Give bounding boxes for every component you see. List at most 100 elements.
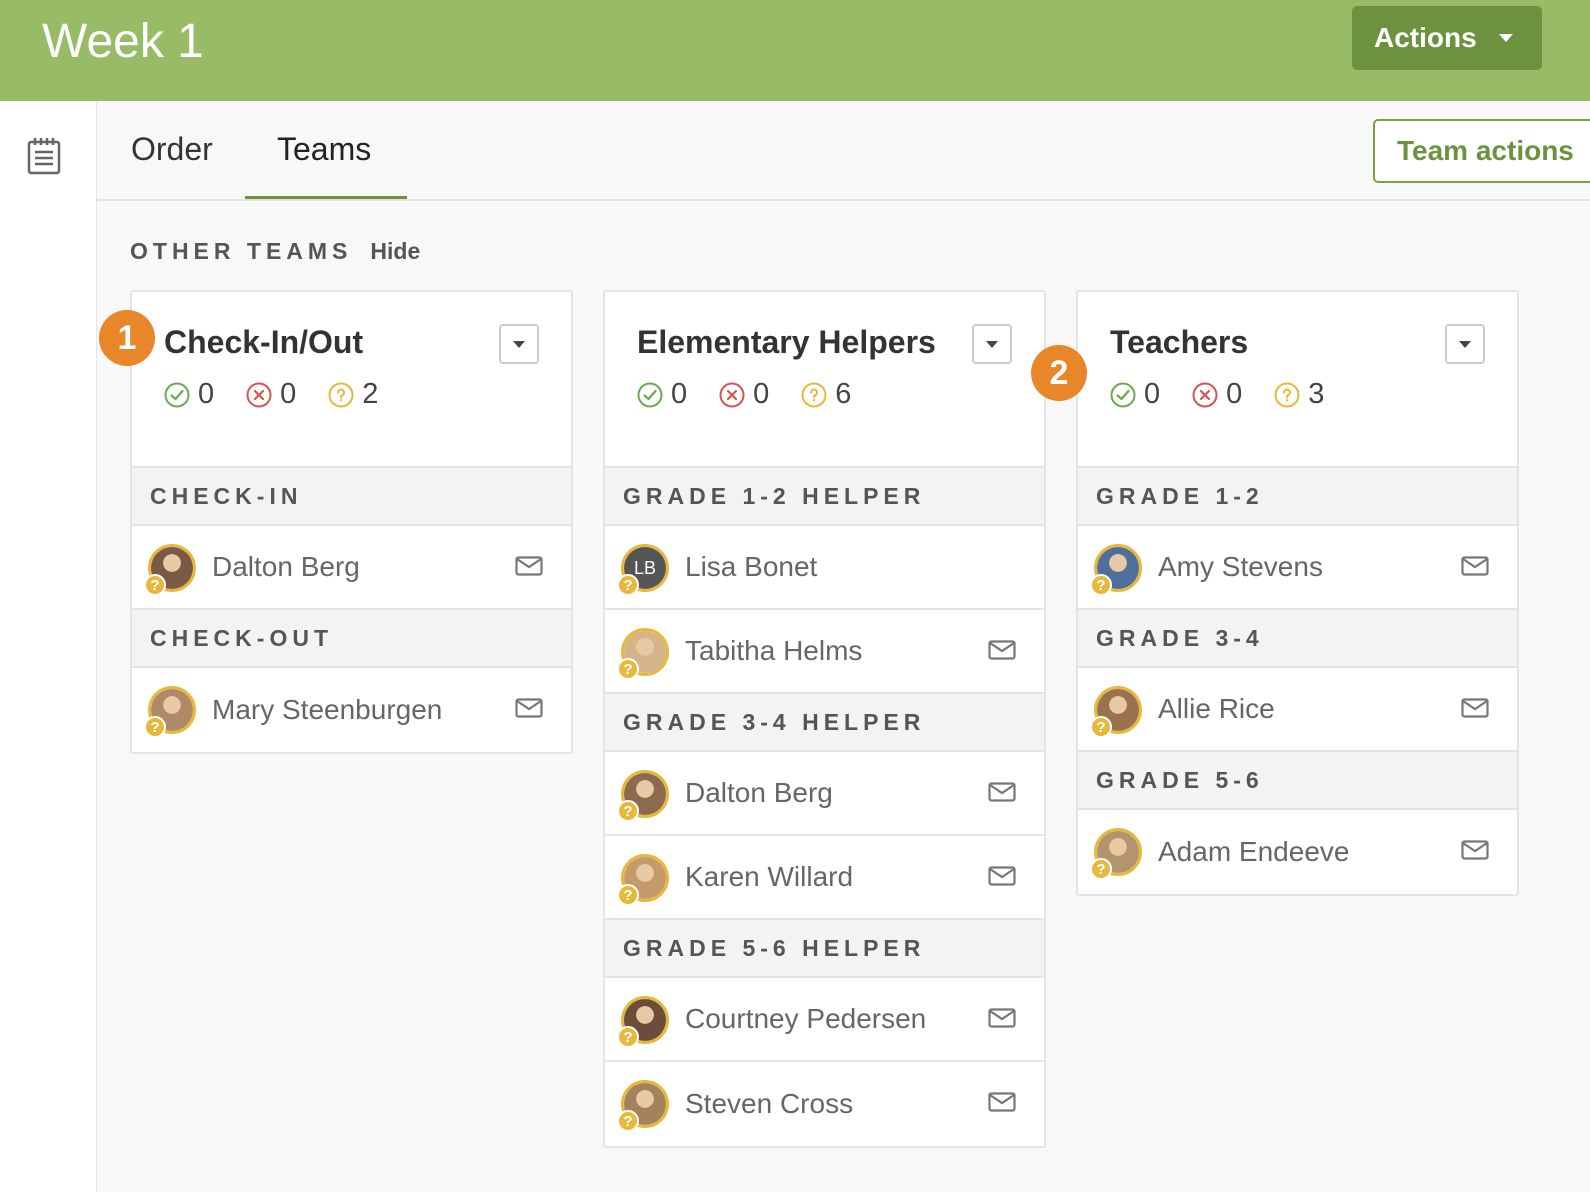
- other-teams-header: OTHER TEAMS Hide: [130, 238, 420, 265]
- person-row[interactable]: ? Dalton Berg: [132, 526, 571, 610]
- position-header: GRADE 1-2 HELPER: [605, 468, 1044, 526]
- count-value: 0: [1144, 378, 1161, 410]
- person-name: Courtney Pedersen: [685, 1003, 927, 1034]
- tab-order[interactable]: Order: [131, 131, 213, 168]
- mail-icon[interactable]: [1461, 556, 1489, 581]
- pending-count: 2: [328, 378, 378, 411]
- page-title: Week 1: [42, 15, 204, 68]
- step-badge-2: 2: [1031, 345, 1087, 401]
- count-value: 0: [671, 378, 688, 410]
- team-card-header: Check-In/Out 0 0 2: [132, 292, 571, 468]
- person-row[interactable]: ? Amy Stevens: [1078, 526, 1517, 610]
- pending-badge-icon: ?: [144, 716, 166, 738]
- person-row[interactable]: ? Allie Rice: [1078, 668, 1517, 752]
- person-row[interactable]: ? Mary Steenburgen: [132, 668, 571, 752]
- mail-icon[interactable]: [988, 640, 1016, 665]
- position-header: CHECK-IN: [132, 468, 571, 526]
- position-header: GRADE 1-2: [1078, 468, 1517, 526]
- person-row[interactable]: LB? Lisa Bonet: [605, 526, 1044, 610]
- team-card: Teachers 0 0 3 GRADE 1-2? Amy Stevens GRADE 3-…: [1076, 290, 1519, 896]
- pending-badge-icon: ?: [617, 1026, 639, 1048]
- accepted-count: 0: [637, 378, 687, 411]
- team-name: Elementary Helpers: [637, 324, 936, 360]
- team-status-counts: 0 0 2: [164, 378, 410, 411]
- question-circle-icon: [328, 382, 362, 408]
- caret-down-icon: [986, 340, 998, 348]
- team-actions-label: Team actions: [1397, 135, 1574, 166]
- team-card-header: Elementary Helpers 0 0 6: [605, 292, 1044, 468]
- team-actions-button[interactable]: Team actions: [1373, 119, 1590, 183]
- person-name: Karen Willard: [685, 861, 854, 892]
- person-name: Dalton Berg: [685, 777, 833, 808]
- declined-count: 0: [246, 378, 296, 411]
- sidebar: [0, 101, 97, 1192]
- mail-icon[interactable]: [1461, 698, 1489, 723]
- hide-link[interactable]: Hide: [370, 238, 420, 265]
- team-menu-button[interactable]: [499, 324, 539, 364]
- question-circle-icon: [1274, 382, 1308, 408]
- pending-count: 3: [1274, 378, 1324, 411]
- mail-icon[interactable]: [988, 1008, 1016, 1033]
- team-name: Check-In/Out: [164, 324, 364, 360]
- team-status-counts: 0 0 6: [637, 378, 883, 411]
- notepad-icon[interactable]: [27, 137, 61, 180]
- person-row[interactable]: ? Karen Willard: [605, 836, 1044, 920]
- count-value: 2: [362, 378, 379, 410]
- position-header: CHECK-OUT: [132, 610, 571, 668]
- position-header: GRADE 3-4: [1078, 610, 1517, 668]
- pending-badge-icon: ?: [617, 800, 639, 822]
- person-row[interactable]: ? Adam Endeeve: [1078, 810, 1517, 894]
- person-name: Mary Steenburgen: [212, 694, 443, 725]
- position-header: GRADE 5-6: [1078, 752, 1517, 810]
- x-circle-icon: [1192, 382, 1226, 408]
- pending-badge-icon: ?: [1090, 574, 1112, 596]
- caret-down-icon: [1459, 340, 1471, 348]
- count-value: 0: [1226, 378, 1243, 410]
- pending-badge-icon: ?: [1090, 716, 1112, 738]
- pending-badge-icon: ?: [617, 658, 639, 680]
- person-row[interactable]: ? Tabitha Helms: [605, 610, 1044, 694]
- person-name: Allie Rice: [1158, 693, 1275, 724]
- caret-down-icon: [1498, 34, 1513, 42]
- mail-icon[interactable]: [988, 866, 1016, 891]
- top-bar: Week 1 Actions: [0, 0, 1590, 101]
- person-name: Amy Stevens: [1158, 551, 1323, 582]
- mail-icon[interactable]: [515, 556, 543, 581]
- actions-button[interactable]: Actions: [1352, 6, 1542, 70]
- pending-badge-icon: ?: [617, 1110, 639, 1132]
- mail-icon[interactable]: [515, 698, 543, 723]
- check-circle-icon: [164, 382, 198, 408]
- team-menu-button[interactable]: [972, 324, 1012, 364]
- mail-icon[interactable]: [988, 782, 1016, 807]
- person-row[interactable]: ? Dalton Berg: [605, 752, 1044, 836]
- count-value: 0: [280, 378, 297, 410]
- person-row[interactable]: ? Courtney Pedersen: [605, 978, 1044, 1062]
- count-value: 3: [1308, 378, 1325, 410]
- person-name: Tabitha Helms: [685, 635, 863, 666]
- person-name: Adam Endeeve: [1158, 836, 1350, 867]
- person-name: Steven Cross: [685, 1088, 854, 1119]
- mail-icon[interactable]: [1461, 840, 1489, 865]
- declined-count: 0: [1192, 378, 1242, 411]
- team-card: Elementary Helpers 0 0 6 GRADE 1-2 HELPER LB?…: [603, 290, 1046, 1148]
- count-value: 0: [198, 378, 215, 410]
- pending-badge-icon: ?: [144, 574, 166, 596]
- position-header: GRADE 3-4 HELPER: [605, 694, 1044, 752]
- person-name: Lisa Bonet: [685, 551, 818, 582]
- mail-icon[interactable]: [988, 1092, 1016, 1117]
- team-menu-button[interactable]: [1445, 324, 1485, 364]
- active-tab-indicator: [245, 196, 407, 199]
- check-circle-icon: [1110, 382, 1144, 408]
- person-row[interactable]: ? Steven Cross: [605, 1062, 1044, 1146]
- person-name: Dalton Berg: [212, 551, 360, 582]
- team-status-counts: 0 0 3: [1110, 378, 1356, 411]
- tab-bar: Order Teams Team actions: [97, 101, 1590, 201]
- tab-teams[interactable]: Teams: [277, 131, 371, 168]
- actions-button-label: Actions: [1374, 22, 1477, 53]
- pending-badge-icon: ?: [617, 574, 639, 596]
- pending-badge-icon: ?: [1090, 858, 1112, 880]
- x-circle-icon: [719, 382, 753, 408]
- count-value: 6: [835, 378, 852, 410]
- x-circle-icon: [246, 382, 280, 408]
- step-badge-1: 1: [99, 310, 155, 366]
